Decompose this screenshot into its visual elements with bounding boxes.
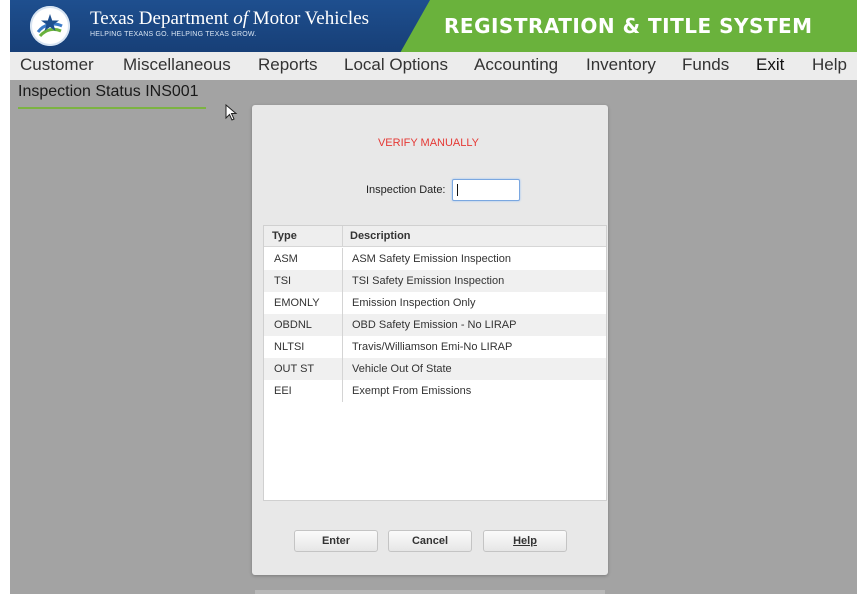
menu-funds[interactable]: Funds (682, 55, 729, 75)
menu-local-options[interactable]: Local Options (344, 55, 448, 75)
menu-accounting[interactable]: Accounting (474, 55, 558, 75)
dialog-title: VERIFY MANUALLY (377, 137, 480, 149)
help-button-label: Help (513, 535, 537, 547)
table-row[interactable]: ASM ASM Safety Emission Inspection (264, 248, 606, 270)
mouse-pointer-icon (225, 104, 238, 121)
row-type: TSI (274, 275, 292, 287)
table-row[interactable]: EEI Exempt From Emissions (264, 380, 606, 402)
cancel-button[interactable]: Cancel (388, 530, 472, 552)
row-type: EEI (274, 385, 292, 397)
row-description: ASM Safety Emission Inspection (352, 253, 511, 265)
column-divider (342, 336, 343, 358)
table-row[interactable]: OUT ST Vehicle Out Of State (264, 358, 606, 380)
column-header-type[interactable]: Type (272, 230, 297, 242)
main-menu-bar: Customer Miscellaneous Reports Local Opt… (10, 52, 857, 80)
text-caret (457, 184, 458, 196)
menu-exit[interactable]: Exit (756, 55, 784, 75)
menu-customer[interactable]: Customer (20, 55, 94, 75)
inspection-type-table: Type Description ASM ASM Safety Emission… (263, 225, 607, 501)
system-title: REGISTRATION & TITLE SYSTEM (444, 14, 813, 38)
column-header-description[interactable]: Description (350, 230, 411, 242)
agency-name: Texas Department of Motor Vehicles (90, 8, 370, 29)
inspection-date-input[interactable] (452, 179, 520, 201)
agency-tagline: HELPING TEXANS GO. HELPING TEXAS GROW. (90, 31, 257, 38)
row-type: OBDNL (274, 319, 312, 331)
menu-reports[interactable]: Reports (258, 55, 318, 75)
menu-miscellaneous[interactable]: Miscellaneous (123, 55, 231, 75)
column-divider (342, 226, 343, 246)
row-description: TSI Safety Emission Inspection (352, 275, 505, 287)
row-description: Emission Inspection Only (352, 297, 476, 309)
row-description: Vehicle Out Of State (352, 363, 452, 375)
table-header: Type Description (264, 226, 606, 247)
header-banner: Texas Department of Motor Vehicles HELPI… (10, 0, 857, 52)
texas-star-logo-icon (30, 6, 70, 46)
column-divider (342, 314, 343, 336)
table-row[interactable]: NLTSI Travis/Williamson Emi-No LIRAP (264, 336, 606, 358)
title-underline (18, 107, 206, 109)
page-title: Inspection Status INS001 (18, 83, 199, 100)
column-divider (342, 248, 343, 270)
row-type: OUT ST (274, 363, 315, 375)
inspection-date-label: Inspection Date: (366, 184, 446, 196)
row-type: NLTSI (274, 341, 305, 353)
menu-inventory[interactable]: Inventory (586, 55, 656, 75)
row-type: ASM (274, 253, 298, 265)
menu-help[interactable]: Help (812, 55, 847, 75)
column-divider (342, 358, 343, 380)
row-description: OBD Safety Emission - No LIRAP (352, 319, 517, 331)
column-divider (342, 292, 343, 314)
help-button[interactable]: Help (483, 530, 567, 552)
column-divider (342, 380, 343, 402)
table-row[interactable]: EMONLY Emission Inspection Only (264, 292, 606, 314)
row-description: Travis/Williamson Emi-No LIRAP (352, 341, 513, 353)
enter-button[interactable]: Enter (294, 530, 378, 552)
column-divider (342, 270, 343, 292)
row-type: EMONLY (274, 297, 320, 309)
table-row[interactable]: TSI TSI Safety Emission Inspection (264, 270, 606, 292)
dialog-shadow-strip (255, 590, 605, 594)
row-description: Exempt From Emissions (352, 385, 472, 397)
table-row[interactable]: OBDNL OBD Safety Emission - No LIRAP (264, 314, 606, 336)
